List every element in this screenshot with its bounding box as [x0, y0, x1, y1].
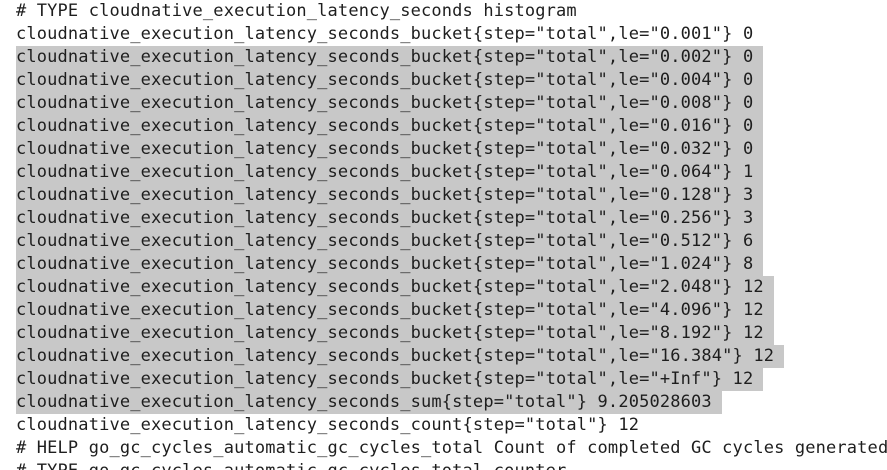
line-text: # TYPE go_gc_cycles_automatic_gc_cycles_…	[16, 460, 566, 470]
line-text: cloudnative_execution_latency_seconds_bu…	[16, 161, 764, 184]
line-text: cloudnative_execution_latency_seconds_bu…	[16, 184, 764, 207]
selected-text-line: cloudnative_execution_latency_seconds_bu…	[16, 115, 887, 138]
selected-text-line: cloudnative_execution_latency_seconds_bu…	[16, 322, 887, 345]
line-text: cloudnative_execution_latency_seconds_bu…	[16, 69, 764, 92]
text-line: # HELP go_gc_cycles_automatic_gc_cycles_…	[16, 437, 887, 460]
line-text: cloudnative_execution_latency_seconds_bu…	[16, 230, 764, 253]
line-text: cloudnative_execution_latency_seconds_bu…	[16, 253, 764, 276]
line-text: cloudnative_execution_latency_seconds_bu…	[16, 115, 764, 138]
line-text: # HELP go_gc_cycles_automatic_gc_cycles_…	[16, 438, 887, 458]
line-text: cloudnative_execution_latency_seconds_bu…	[16, 345, 785, 368]
text-line: # TYPE cloudnative_execution_latency_sec…	[16, 0, 887, 23]
line-text: cloudnative_execution_latency_seconds_bu…	[16, 368, 764, 391]
selected-text-line: cloudnative_execution_latency_seconds_bu…	[16, 276, 887, 299]
selected-text-line: cloudnative_execution_latency_seconds_bu…	[16, 299, 887, 322]
line-text: cloudnative_execution_latency_seconds_co…	[16, 415, 640, 435]
text-line: cloudnative_execution_latency_seconds_bu…	[16, 23, 887, 46]
selected-text-line: cloudnative_execution_latency_seconds_bu…	[16, 161, 887, 184]
line-text: cloudnative_execution_latency_seconds_bu…	[16, 276, 774, 299]
selected-text-line: cloudnative_execution_latency_seconds_bu…	[16, 207, 887, 230]
line-text: cloudnative_execution_latency_seconds_bu…	[16, 322, 774, 345]
selected-text-line: cloudnative_execution_latency_seconds_bu…	[16, 138, 887, 161]
selected-text-line: cloudnative_execution_latency_seconds_bu…	[16, 46, 887, 69]
selected-text-line: cloudnative_execution_latency_seconds_bu…	[16, 69, 887, 92]
selected-text-line: cloudnative_execution_latency_seconds_su…	[16, 391, 887, 414]
line-text: cloudnative_execution_latency_seconds_bu…	[16, 24, 754, 44]
selected-text-line: cloudnative_execution_latency_seconds_bu…	[16, 253, 887, 276]
text-viewer[interactable]: # TYPE cloudnative_execution_latency_sec…	[0, 0, 887, 470]
line-text: cloudnative_execution_latency_seconds_su…	[16, 391, 722, 414]
line-text: cloudnative_execution_latency_seconds_bu…	[16, 299, 774, 322]
line-text: cloudnative_execution_latency_seconds_bu…	[16, 138, 764, 161]
text-lines: # TYPE cloudnative_execution_latency_sec…	[16, 0, 887, 470]
text-line: # TYPE go_gc_cycles_automatic_gc_cycles_…	[16, 460, 887, 470]
selected-text-line: cloudnative_execution_latency_seconds_bu…	[16, 345, 887, 368]
text-line: cloudnative_execution_latency_seconds_co…	[16, 414, 887, 437]
selected-text-line: cloudnative_execution_latency_seconds_bu…	[16, 368, 887, 391]
selected-text-line: cloudnative_execution_latency_seconds_bu…	[16, 230, 887, 253]
selected-text-line: cloudnative_execution_latency_seconds_bu…	[16, 92, 887, 115]
line-text: # TYPE cloudnative_execution_latency_sec…	[16, 1, 577, 21]
selected-text-line: cloudnative_execution_latency_seconds_bu…	[16, 184, 887, 207]
line-text: cloudnative_execution_latency_seconds_bu…	[16, 207, 764, 230]
line-text: cloudnative_execution_latency_seconds_bu…	[16, 46, 764, 69]
line-text: cloudnative_execution_latency_seconds_bu…	[16, 92, 764, 115]
